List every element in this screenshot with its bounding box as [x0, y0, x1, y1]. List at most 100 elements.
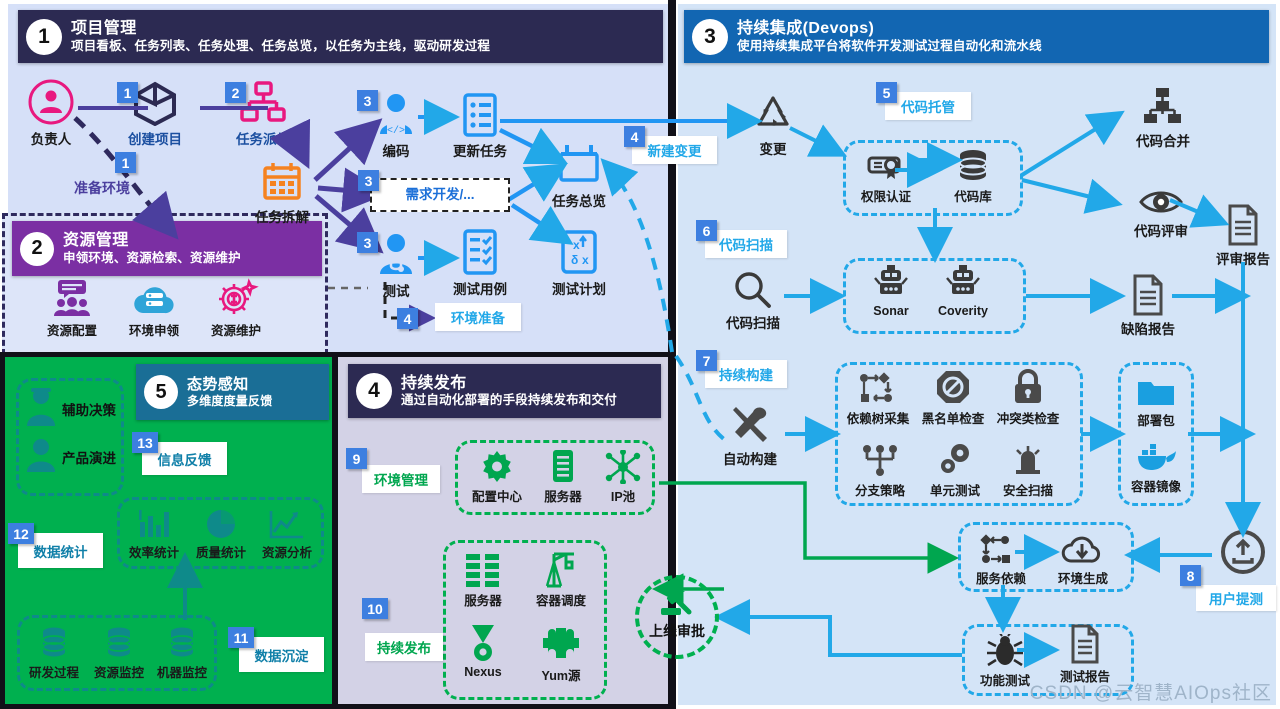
node-label: 资源监控 [93, 666, 144, 680]
medal-icon [452, 623, 514, 663]
node-config-center[interactable]: 配置中心 [468, 444, 526, 505]
servers-icon [452, 548, 514, 588]
node-unit-test[interactable]: 单元测试 [920, 438, 990, 499]
node-decision-support[interactable]: 辅助决策 [22, 384, 116, 433]
node-code-merge[interactable]: 代码合并 [1120, 80, 1206, 150]
node-owner[interactable]: 负责人 [8, 78, 94, 148]
node-update-task[interactable]: 更新任务 [437, 90, 523, 160]
robot-icon [930, 262, 996, 302]
node-container-schedule[interactable]: 容器调度 [525, 548, 597, 609]
node-label: 服务器 [544, 490, 582, 504]
node-label: 代码评审 [1134, 224, 1188, 239]
node-deploy-package[interactable]: 部署包 [1123, 368, 1189, 429]
node-resource-maintain[interactable]: 资源维护 [203, 278, 269, 339]
box-code-hosting[interactable]: 代码托管 [885, 92, 971, 120]
bar-chart-icon [123, 500, 185, 540]
folder-icon [1123, 368, 1189, 408]
node-product-evolution[interactable]: 产品演进 [22, 434, 116, 479]
node-resource-analysis[interactable]: 资源分析 [256, 500, 318, 561]
node-sonar[interactable]: Sonar [858, 262, 924, 318]
section-number-4: 4 [356, 373, 392, 409]
step-chip-2: 2 [225, 82, 246, 103]
node-label: 服务依赖 [975, 572, 1026, 586]
node-defect-report[interactable]: 缺陷报告 [1105, 268, 1191, 338]
node-label: 容器镜像 [1130, 480, 1181, 494]
users-config-icon [39, 278, 105, 318]
database-icon [940, 144, 1006, 184]
node-label: 辅助决策 [62, 402, 116, 418]
step-chip-4b: 4 [624, 126, 645, 147]
node-task-overview[interactable]: 任务总览 [536, 140, 622, 210]
node-label: 更新任务 [453, 144, 507, 159]
box-continuous-release[interactable]: 持续发布 [365, 633, 443, 661]
node-rd-process[interactable]: 研发过程 [24, 620, 84, 681]
person-circle-icon [8, 78, 94, 126]
node-label: 任务总览 [552, 194, 606, 209]
box-continuous-build[interactable]: 持续构建 [705, 360, 787, 388]
node-test-report[interactable]: 测试报告 [1052, 624, 1118, 685]
node-scan[interactable]: 代码扫描 [710, 262, 796, 332]
node-resource-monitor[interactable]: 资源监控 [89, 620, 149, 681]
node-auth[interactable]: 权限认证 [853, 144, 919, 205]
node-test-case[interactable]: 测试用例 [437, 228, 523, 298]
step-chip-13: 13 [132, 432, 158, 453]
node-label: 权限认证 [860, 190, 911, 204]
node-blacklist[interactable]: 黑名单检查 [917, 366, 989, 427]
node-conflict-check[interactable]: 冲突类检查 [992, 366, 1064, 427]
approval-label: 上线审批 [649, 623, 705, 639]
middle-edge [332, 357, 338, 709]
node-change[interactable]: 变更 [730, 88, 816, 158]
node-ip-pool[interactable]: IP池 [597, 444, 649, 505]
node-dep-tree[interactable]: 依赖树采集 [842, 366, 914, 427]
node-coverity[interactable]: Coverity [930, 262, 996, 318]
node-security-scan[interactable]: 安全扫描 [993, 438, 1063, 499]
node-resource-config[interactable]: 资源配置 [39, 278, 105, 339]
node-container-image[interactable]: 容器镜像 [1123, 434, 1189, 495]
node-auto-build[interactable]: 自动构建 [707, 398, 793, 468]
svg-text:x: x [582, 253, 589, 267]
calendar-icon [239, 156, 325, 204]
node-label: 代码合并 [1136, 134, 1190, 149]
box-code-scan[interactable]: 代码扫描 [705, 230, 787, 258]
node-env-generate[interactable]: 环境生成 [1050, 526, 1116, 587]
node-function-test[interactable]: 功能测试 [972, 628, 1038, 689]
cloud-icon [22, 434, 60, 479]
section-number-5: 5 [144, 375, 178, 409]
node-service-dependency[interactable]: 服务依赖 [968, 526, 1034, 587]
section-title-2: 资源管理 [63, 232, 129, 250]
node-yum-source[interactable]: Yum源 [528, 623, 594, 684]
box-user-submit-test[interactable]: 用户提测 [1196, 585, 1276, 611]
approval-node[interactable]: 上线审批 [635, 575, 719, 659]
node-task-split[interactable]: 任务拆解 [239, 156, 325, 226]
node-branch-strategy[interactable]: 分支策略 [845, 438, 915, 499]
step-chip-8: 8 [1180, 565, 1201, 586]
node-nexus[interactable]: Nexus [452, 623, 514, 679]
node-upload[interactable] [1210, 528, 1276, 576]
node-machine-monitor[interactable]: 机器监控 [152, 620, 212, 681]
node-servers[interactable]: 服务器 [452, 548, 514, 609]
node-label: 变更 [759, 142, 787, 157]
node-efficiency-stats[interactable]: 效率统计 [123, 500, 185, 561]
node-label: 测试用例 [453, 282, 507, 297]
robot-icon [858, 262, 924, 302]
crane-icon [525, 548, 597, 588]
node-review-report[interactable]: 评审报告 [1200, 198, 1280, 268]
node-server[interactable]: 服务器 [534, 444, 592, 505]
node-env-apply[interactable]: 环境申领 [121, 278, 187, 339]
node-label: 任务拆解 [255, 210, 309, 225]
step-chip-3b: 3 [358, 170, 379, 191]
node-quality-stats[interactable]: 质量统计 [190, 500, 252, 561]
box-env-manage[interactable]: 环境管理 [362, 465, 440, 493]
document-icon [1105, 268, 1191, 316]
node-label: 环境申领 [128, 324, 179, 338]
checklist-icon [437, 228, 523, 276]
step-chip-11: 11 [228, 627, 254, 648]
node-code-review[interactable]: 代码评审 [1118, 170, 1204, 240]
box-req-dev[interactable]: 需求开发/... [370, 178, 510, 212]
section-number-3: 3 [692, 18, 728, 55]
box-env-prepare[interactable]: 环境准备 [435, 303, 521, 331]
section-subtitle-1: 项目看板、任务列表、任务处理、任务总览，以任务为主线，驱动研发过程 [71, 38, 491, 53]
svg-text:x: x [573, 238, 580, 252]
node-test-plan[interactable]: x δ x 测试计划 [536, 228, 622, 298]
node-repo[interactable]: 代码库 [940, 144, 1006, 205]
